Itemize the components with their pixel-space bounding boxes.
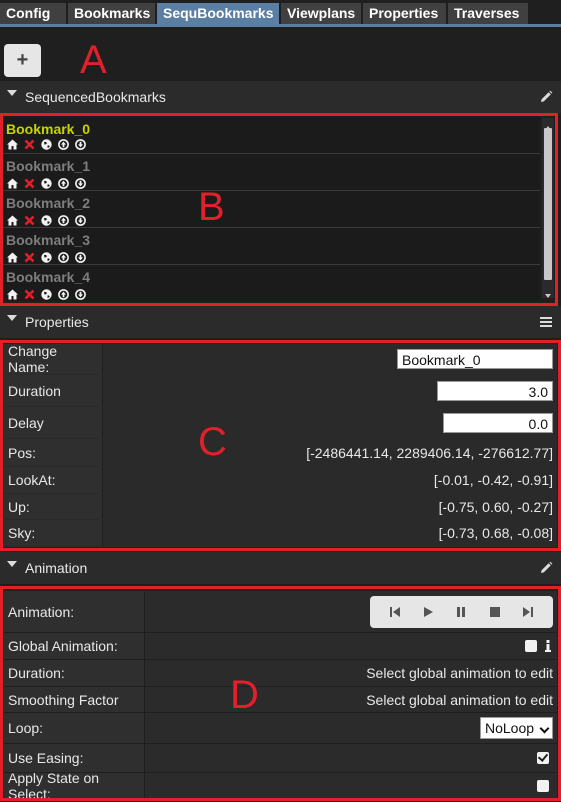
tab-sequbookmarks[interactable]: SequBookmarks (157, 3, 279, 24)
add-bookmark-button[interactable]: + (4, 44, 41, 77)
pencil-icon[interactable] (539, 90, 553, 104)
annotation-marker-d: D (230, 673, 259, 717)
collapse-caret-icon[interactable] (7, 315, 17, 321)
tab-config[interactable]: Config (0, 3, 66, 24)
tab-properties[interactable]: Properties (363, 3, 446, 24)
menu-icon[interactable] (539, 315, 553, 329)
tab-viewplans[interactable]: Viewplans (281, 3, 361, 24)
pencil-icon[interactable] (539, 561, 553, 575)
properties-header[interactable]: Properties (0, 306, 561, 338)
annotation-box-c (0, 340, 561, 551)
annotation-box-d (0, 586, 561, 801)
annotation-marker-c: C (198, 420, 227, 464)
animation-header[interactable]: Animation (0, 552, 561, 584)
annotation-marker-a: A (80, 38, 107, 82)
sequenced-bookmarks-header[interactable]: SequencedBookmarks (0, 81, 561, 113)
section-title: SequencedBookmarks (25, 89, 166, 105)
annotation-box-b (0, 113, 558, 306)
tab-bar: Config Bookmarks SequBookmarks Viewplans… (0, 0, 561, 27)
collapse-caret-icon[interactable] (7, 90, 17, 96)
section-title: Properties (25, 314, 89, 330)
section-title: Animation (25, 560, 88, 576)
annotation-marker-b: B (198, 185, 225, 229)
tab-bookmarks[interactable]: Bookmarks (68, 3, 155, 24)
tab-traverses[interactable]: Traverses (448, 3, 528, 24)
collapse-caret-icon[interactable] (7, 561, 17, 567)
